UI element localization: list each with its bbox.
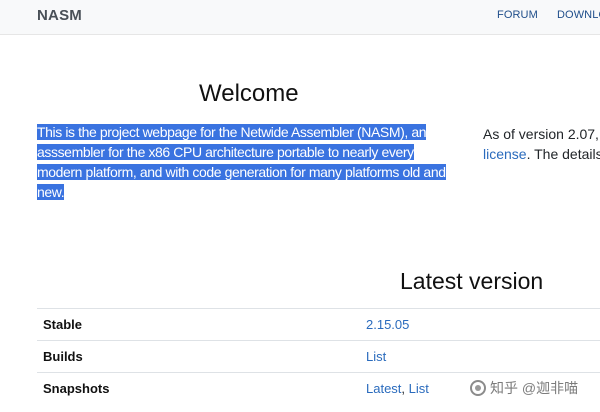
nav-link-forum[interactable]: FORUM xyxy=(497,9,538,21)
nav-link-download[interactable]: DOWNLO xyxy=(557,9,600,21)
watermark-text: 知乎 @迦非喵 xyxy=(490,380,579,396)
welcome-paragraph: This is the project webpage for the Netw… xyxy=(37,122,449,202)
license-link[interactable]: license xyxy=(483,146,527,162)
snapshots-latest-link[interactable]: Latest xyxy=(366,381,401,396)
table-row: Builds List xyxy=(37,340,600,373)
zhihu-logo-icon xyxy=(470,380,486,396)
row-label-builds: Builds xyxy=(37,340,360,373)
license-note-line2: license. The details xyxy=(483,144,600,164)
row-value-stable: 2.15.05 xyxy=(360,308,600,341)
license-note-line1: As of version 2.07, xyxy=(483,126,599,142)
row-label-stable: Stable xyxy=(37,308,360,341)
latest-version-heading: Latest version xyxy=(400,268,544,294)
navbar: NASM FORUM DOWNLO xyxy=(0,0,600,35)
page: NASM FORUM DOWNLO Welcome This is the pr… xyxy=(0,0,600,412)
table-row: Stable 2.15.05 xyxy=(37,308,600,341)
row-value-builds: List xyxy=(360,340,600,373)
stable-version-link[interactable]: 2.15.05 xyxy=(366,317,409,332)
row-label-snapshots: Snapshots xyxy=(37,372,360,404)
welcome-heading: Welcome xyxy=(199,80,299,107)
watermark: 知乎 @迦非喵 xyxy=(470,378,578,398)
license-note-rest: . The details xyxy=(526,146,600,162)
selected-text[interactable]: This is the project webpage for the Netw… xyxy=(37,124,446,200)
brand-logo[interactable]: NASM xyxy=(37,7,82,24)
license-note: As of version 2.07, license. The details xyxy=(483,124,600,164)
snapshots-list-link[interactable]: List xyxy=(409,381,429,396)
snapshots-separator: , xyxy=(401,381,409,396)
builds-list-link[interactable]: List xyxy=(366,349,386,364)
